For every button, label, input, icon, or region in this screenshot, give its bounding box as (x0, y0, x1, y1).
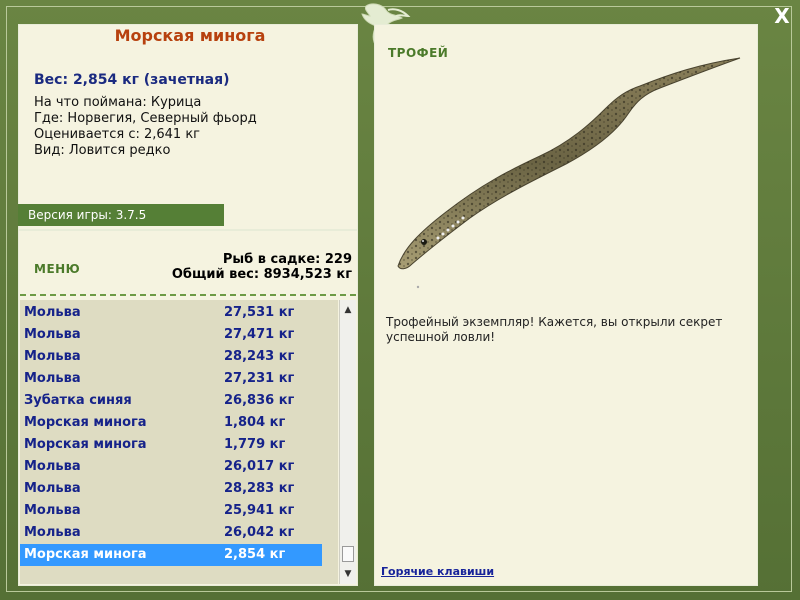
fish-count: Рыб в садке: 229 (222, 252, 352, 267)
list-item-name: Мольва (24, 503, 81, 518)
list-item-name: Морская минога (24, 547, 147, 562)
fish-location: Где: Норвегия, Северный фьорд (34, 111, 257, 126)
list-item-name: Мольва (24, 459, 81, 474)
total-weight: Общий вес: 8934,523 кг (171, 267, 352, 282)
list-item-weight: 27,471 кг (224, 327, 295, 342)
list-item-weight: 2,854 кг (224, 547, 286, 562)
close-button[interactable]: X (770, 4, 794, 28)
list-item-name: Мольва (24, 371, 81, 386)
list-item-weight: 1,804 кг (224, 415, 286, 430)
list-item[interactable]: Морская минога 1,804 кг (20, 412, 322, 434)
list-item-weight: 27,531 кг (224, 305, 295, 320)
catch-list[interactable]: Мольва 27,531 кг Мольва 27,471 кг Мольва 28,2… (20, 300, 338, 584)
list-item[interactable]: Мольва 25,941 кг (20, 500, 322, 522)
list-item-weight: 26,042 кг (224, 525, 295, 540)
list-item-weight: 26,836 кг (224, 393, 295, 408)
list-item-name: Зубатка синяя (24, 393, 132, 408)
list-item[interactable]: Мольва 26,042 кг (20, 522, 322, 544)
list-item[interactable]: Зубатка синяя 26,836 кг (20, 390, 322, 412)
list-item[interactable]: Мольва 28,283 кг (20, 478, 322, 500)
list-item-weight: 27,231 кг (224, 371, 295, 386)
fish-bait: На что поймана: Курица (34, 95, 202, 110)
list-item[interactable]: Мольва 27,471 кг (20, 324, 322, 346)
list-item-name: Мольва (24, 481, 81, 496)
list-item-name: Морская минога (24, 437, 147, 452)
fish-weight: Вес: 2,854 кг (зачетная) (34, 72, 230, 88)
menu-button[interactable]: МЕНЮ (34, 262, 80, 276)
hotkeys-link[interactable]: Горячие клавиши (381, 565, 494, 578)
scroll-down-icon[interactable]: ▼ (340, 566, 356, 582)
list-item-weight: 28,243 кг (224, 349, 295, 364)
list-item-name: Мольва (24, 327, 81, 342)
fish-title: Морская минога (114, 26, 266, 45)
list-item[interactable]: Мольва 27,531 кг (20, 302, 322, 324)
trophy-message: Трофейный экземпляр! Кажется, вы открыли… (386, 315, 723, 344)
list-item[interactable]: Морская минога 1,779 кг (20, 434, 322, 456)
list-item-weight: 28,283 кг (224, 481, 295, 496)
dashed-divider (20, 294, 356, 296)
scroll-thumb[interactable] (342, 546, 354, 562)
list-item-name: Мольва (24, 525, 81, 540)
game-version: Версия игры: 3.7.5 (18, 204, 224, 226)
list-item-name: Мольва (24, 349, 81, 364)
list-scrollbar[interactable]: ▲ ▼ (339, 300, 356, 584)
list-item-name: Мольва (24, 305, 81, 320)
list-item-weight: 26,017 кг (224, 459, 295, 474)
list-item[interactable]: Мольва 26,017 кг (20, 456, 322, 478)
list-item-name: Морская минога (24, 415, 147, 430)
lamprey-image (397, 57, 741, 289)
list-item-weight: 25,941 кг (224, 503, 295, 518)
list-item-weight: 1,779 кг (224, 437, 286, 452)
fish-rating: Оценивается с: 2,641 кг (34, 127, 201, 142)
list-item[interactable]: Мольва 28,243 кг (20, 346, 322, 368)
catch-stats: Рыб в садке: 229 Общий вес: 8934,523 кг (172, 252, 352, 282)
list-item[interactable]: Мольва 27,231 кг (20, 368, 322, 390)
fish-rarity: Вид: Ловится редко (34, 143, 171, 158)
list-item[interactable]: Морская минога 2,854 кг (20, 544, 322, 566)
scroll-up-icon[interactable]: ▲ (340, 302, 356, 318)
